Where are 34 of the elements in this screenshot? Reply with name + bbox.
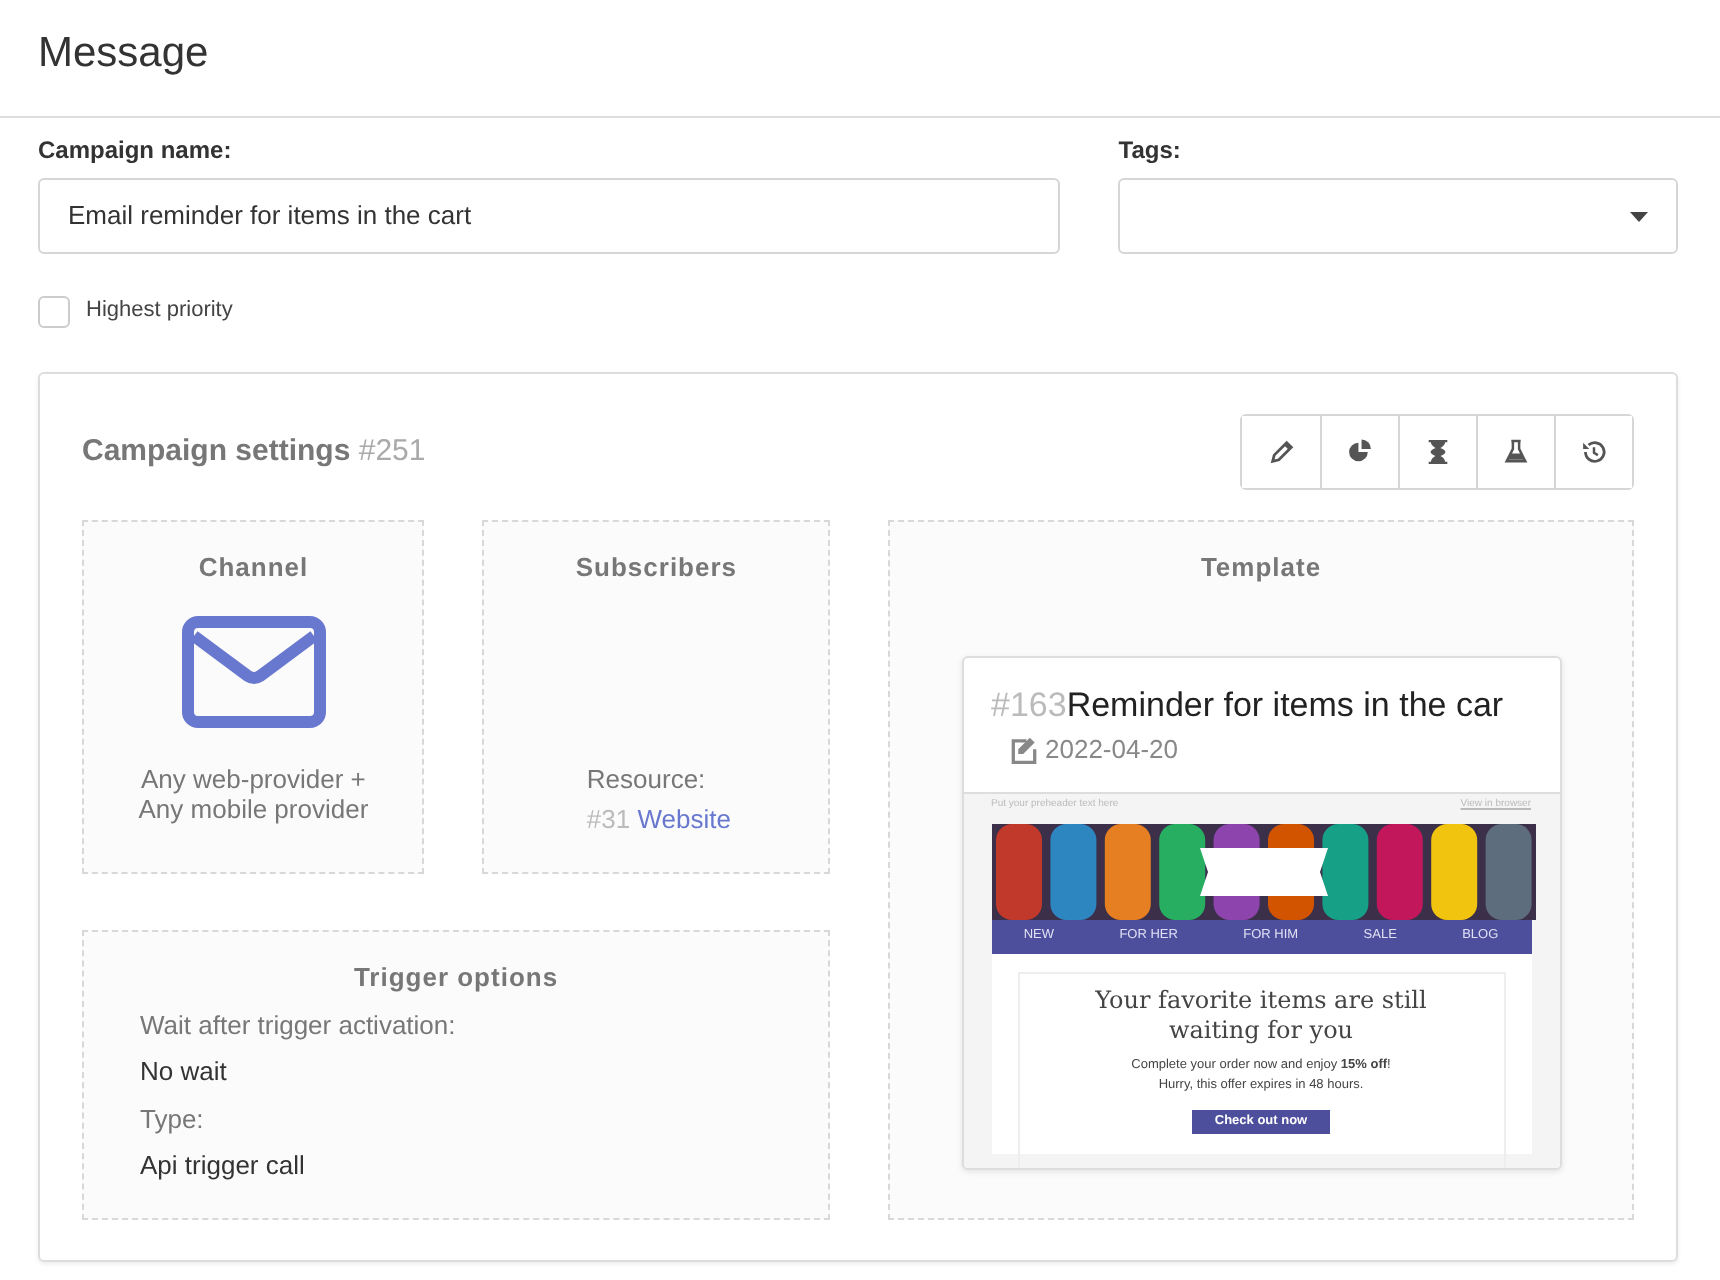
panel-title: Subscribers [573, 550, 740, 586]
campaign-id: #251 [358, 433, 426, 468]
channel-text: Any mobile provider [138, 794, 369, 826]
envelope-icon [181, 615, 326, 727]
panel-title: Channel [198, 550, 309, 586]
email-heading: Your favorite items are still waiting for you [1093, 985, 1429, 1048]
pencil-icon [1267, 438, 1295, 466]
pie-chart-icon [1346, 438, 1374, 466]
resource-label: Resource: [586, 762, 708, 798]
hourglass-icon [1424, 438, 1452, 466]
template-id: #163 [991, 685, 1067, 723]
option-value: No wait [140, 1054, 229, 1090]
field-label: Tags: [1118, 134, 1181, 168]
section-title: Campaign settings [82, 433, 353, 468]
channel-text: Any web-provider + [141, 763, 366, 795]
toolbar-button[interactable] [1554, 416, 1632, 488]
edit-icon [1009, 735, 1037, 764]
panel-title: Template [1198, 550, 1324, 586]
resource-link[interactable]: Website [637, 803, 731, 833]
history-icon [1580, 438, 1608, 466]
resource-id: #31 [586, 803, 633, 833]
page-title: Message [38, 28, 211, 79]
checkbox-label: Highest priority [86, 296, 233, 327]
field-label: Campaign name: [38, 134, 232, 168]
priority-checkbox[interactable] [38, 295, 70, 327]
option-value: Api trigger call [140, 1148, 307, 1184]
option-label: Type: [140, 1101, 206, 1138]
flask-icon [1502, 438, 1530, 466]
option-label: Wait after trigger activation: [140, 1007, 458, 1044]
campaign-name-field[interactable]: Email reminder for items in the cart [38, 178, 1061, 254]
template-name: Reminder for items in the car [1066, 685, 1504, 723]
caret-icon [1630, 211, 1649, 221]
panel-title: Trigger options [351, 960, 561, 996]
template-date: 2022-04-20 [1045, 732, 1178, 768]
